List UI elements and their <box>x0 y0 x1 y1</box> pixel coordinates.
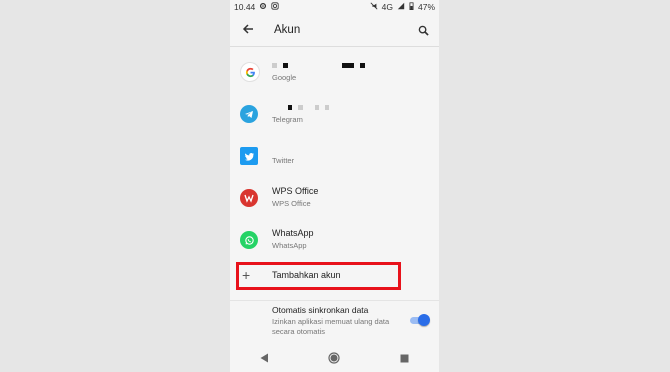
account-type-label: WPS Office <box>272 199 311 208</box>
wps-office-icon <box>240 189 258 207</box>
whatsapp-icon <box>240 231 258 249</box>
status-time: 10.44 <box>234 2 256 12</box>
battery-icon <box>409 2 414 12</box>
auto-sync-setting[interactable]: Otomatis sinkronkan data Izinkan aplikas… <box>230 300 439 341</box>
network-type: 4G <box>381 2 393 12</box>
account-item-twitter[interactable]: Twitter <box>230 136 439 176</box>
status-bar: 10.44 4G 47% <box>230 0 439 14</box>
twitter-icon <box>240 147 258 165</box>
phone-screen: 10.44 4G 47% Akun Google Telegram Twitte… <box>230 0 439 372</box>
account-name: WPS Office <box>272 186 319 196</box>
account-item-telegram[interactable]: Telegram <box>230 94 439 134</box>
telegram-icon <box>240 105 258 123</box>
nav-recents-icon[interactable] <box>394 348 414 368</box>
google-icon <box>240 62 260 82</box>
account-item-whatsapp[interactable]: WhatsApp WhatsApp <box>230 220 439 260</box>
highlight-box <box>236 262 401 290</box>
page-title: Akun <box>274 24 301 36</box>
nav-back-icon[interactable] <box>255 348 275 368</box>
toggle-knob <box>418 314 430 326</box>
auto-sync-description: Izinkan aplikasi memuat ulang data secar… <box>272 317 390 336</box>
battery-percent: 47% <box>417 2 435 12</box>
nav-home-icon[interactable] <box>324 348 344 368</box>
search-icon[interactable] <box>413 20 433 40</box>
redacted-account <box>272 102 335 113</box>
account-name: WhatsApp <box>272 228 314 238</box>
signal-icon <box>397 2 405 12</box>
account-type-label: Telegram <box>272 115 303 124</box>
auto-sync-title: Otomatis sinkronkan data <box>272 305 369 315</box>
app-bar: Akun <box>230 14 439 47</box>
redacted-email <box>272 60 371 71</box>
account-item-google[interactable]: Google <box>230 52 439 92</box>
settings-notification-icon <box>259 2 267 12</box>
account-item-wps-office[interactable]: WPS Office WPS Office <box>230 178 439 218</box>
account-type-label: WhatsApp <box>272 241 307 250</box>
instagram-notification-icon <box>271 2 279 12</box>
account-type-label: Twitter <box>272 156 295 165</box>
back-arrow-icon[interactable] <box>236 22 260 38</box>
account-type-label: Google <box>272 73 297 82</box>
navigation-bar <box>230 344 439 372</box>
mute-icon <box>370 2 378 12</box>
auto-sync-toggle[interactable] <box>408 313 430 327</box>
